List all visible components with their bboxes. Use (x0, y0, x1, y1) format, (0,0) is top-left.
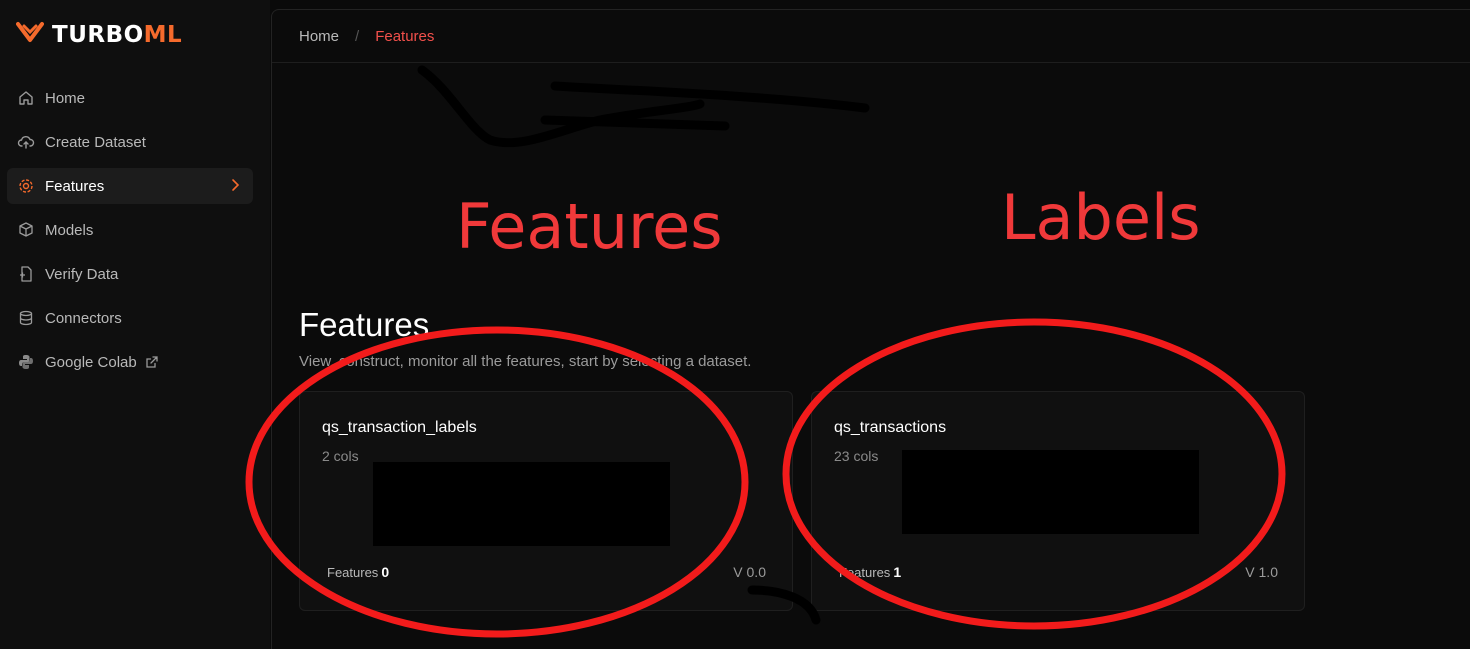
feature-count: Features 1 (839, 564, 902, 580)
sidebar-item-models[interactable]: Models (7, 212, 253, 248)
dataset-card-qs-transactions[interactable]: qs_transactions 23 cols Features 1 V 1.0 (811, 391, 1305, 611)
annotation-features-label: Features (456, 190, 723, 263)
breadcrumb-home-link[interactable]: Home (299, 28, 339, 45)
sidebar-item-home[interactable]: Home (7, 80, 253, 116)
gear-icon (17, 177, 35, 195)
home-icon (17, 89, 35, 107)
database-icon (17, 309, 35, 327)
sidebar-item-verify-data[interactable]: Verify Data (7, 256, 253, 292)
breadcrumb: Home / Features (272, 10, 1470, 63)
redacted-area (902, 450, 1199, 534)
sidebar-item-label: Create Dataset (45, 133, 146, 151)
cube-icon (17, 221, 35, 239)
sidebar-item-label: Models (45, 221, 94, 239)
sidebar-item-label: Features (45, 177, 105, 195)
dataset-version: V 0.0 (733, 564, 766, 580)
logo-text: TURBOML (52, 21, 183, 48)
external-link-icon (145, 355, 159, 369)
annotation-labels-label: Labels (1001, 181, 1201, 254)
sidebar-item-label: Google Colab (45, 353, 137, 371)
dataset-cols: 23 cols (834, 448, 879, 464)
feature-count: Features 0 (327, 564, 390, 580)
redacted-area (373, 462, 670, 546)
python-icon (17, 353, 35, 371)
sidebar-item-label: Home (45, 89, 86, 107)
main-panel: Home / Features Features View, construct… (271, 9, 1470, 649)
dataset-name: qs_transaction_labels (322, 419, 477, 436)
file-check-icon (17, 265, 35, 283)
turboml-logo[interactable]: TURBOML (16, 20, 182, 49)
sidebar-item-connectors[interactable]: Connectors (7, 300, 253, 336)
sidebar-item-create-dataset[interactable]: Create Dataset (7, 124, 253, 160)
sidebar-item-label: Verify Data (45, 265, 119, 283)
page-title: Features (299, 306, 430, 343)
sidebar-item-features[interactable]: Features (7, 168, 253, 204)
sidebar-nav: Home Create Dataset Features Models Veri… (7, 80, 253, 388)
dataset-name: qs_transactions (834, 419, 947, 436)
breadcrumb-separator: / (355, 27, 360, 45)
sidebar-item-label: Connectors (45, 309, 122, 327)
page-subtitle: View, construct, monitor all the feature… (299, 353, 752, 370)
dataset-card-qs-transaction-labels[interactable]: qs_transaction_labels 2 cols Features 0 V… (299, 391, 793, 611)
cloud-upload-icon (17, 133, 35, 151)
logo-icon (16, 20, 44, 49)
chevron-right-icon (229, 178, 241, 196)
dataset-cols: 2 cols (322, 448, 359, 464)
sidebar: TURBOML Home Create Dataset Features Mod… (0, 0, 270, 649)
dataset-version: V 1.0 (1245, 564, 1278, 580)
sidebar-item-google-colab[interactable]: Google Colab (7, 344, 253, 380)
breadcrumb-current: Features (375, 27, 435, 45)
